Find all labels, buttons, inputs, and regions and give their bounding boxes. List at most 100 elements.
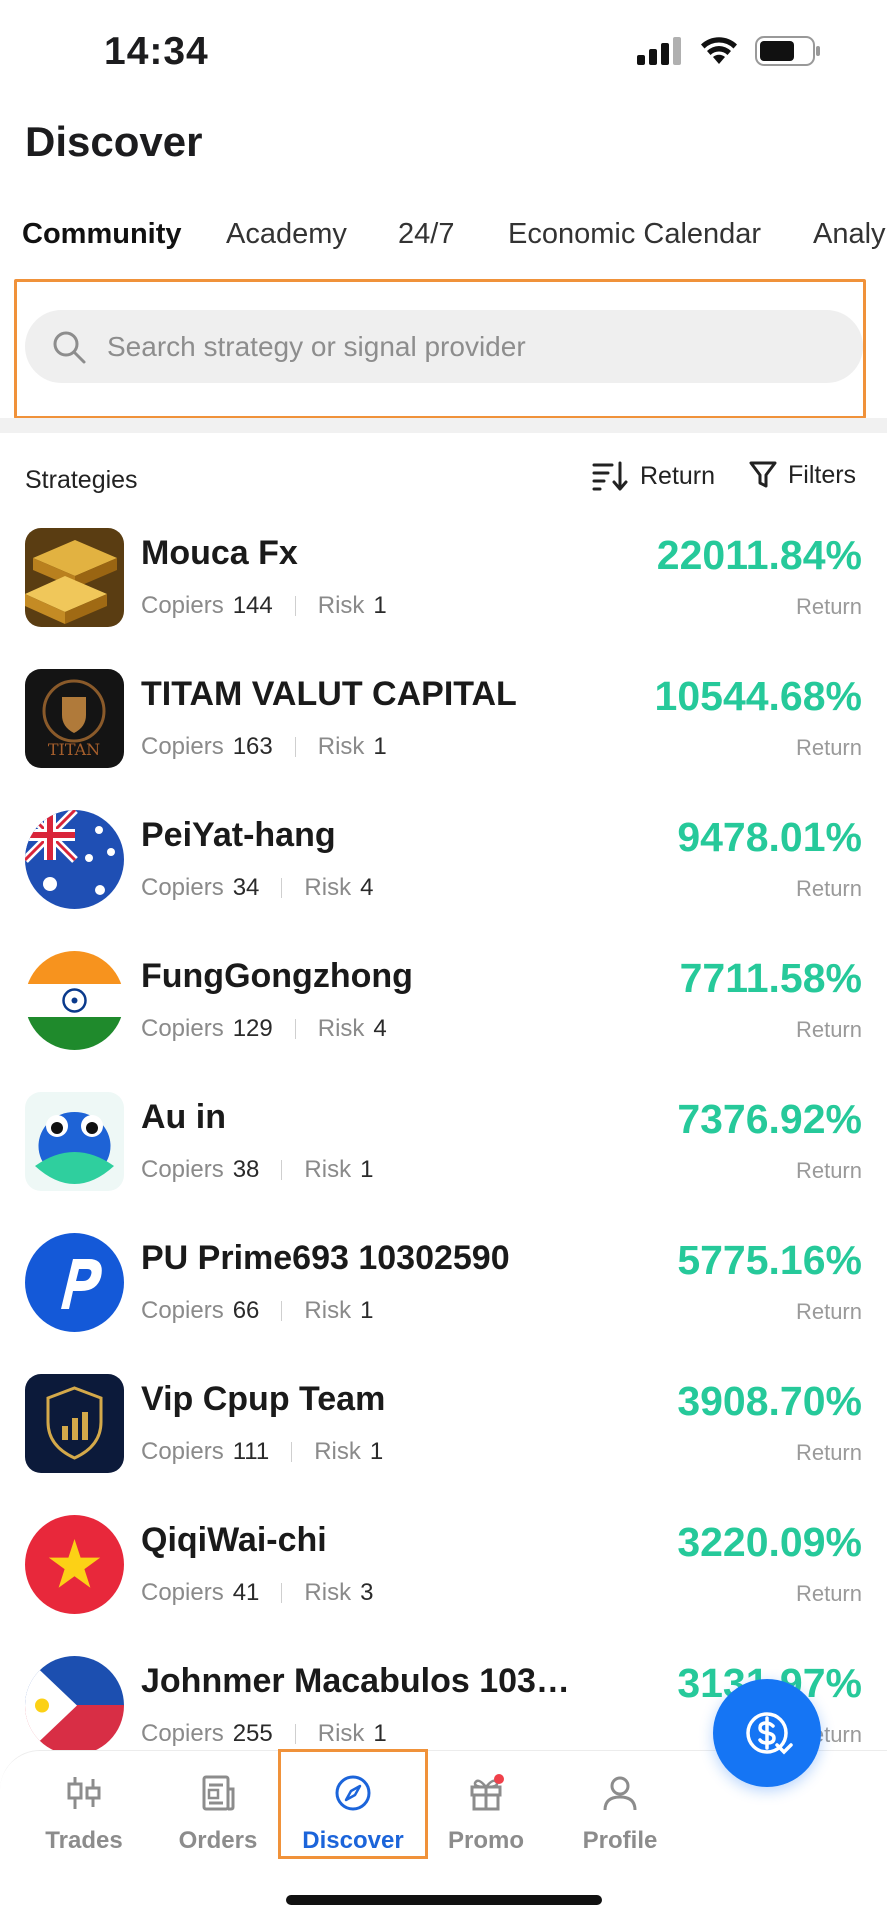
titan-logo-avatar: TITAN bbox=[25, 669, 124, 768]
strategy-row[interactable]: QiqiWai-chi Copiers 41 Risk 3 3220.09% R… bbox=[0, 1507, 887, 1648]
australia-flag-avatar bbox=[25, 810, 124, 909]
tab-community[interactable]: Community bbox=[22, 218, 182, 251]
return-label: Return bbox=[795, 1017, 862, 1042]
gift-icon bbox=[470, 1774, 504, 1811]
return-label: Return bbox=[795, 1158, 862, 1183]
strategy-name: Au in bbox=[141, 1098, 226, 1136]
sort-button[interactable]: Return bbox=[592, 460, 715, 492]
risk-value: 4 bbox=[373, 1015, 387, 1042]
meta-divider bbox=[281, 878, 283, 898]
strategy-meta: Copiers 129 Risk 4 bbox=[141, 1015, 387, 1043]
search-icon bbox=[53, 331, 86, 363]
nav-profile[interactable]: Profile bbox=[560, 1773, 680, 1855]
copiers-count: 66 bbox=[232, 1297, 260, 1324]
copiers-count: 255 bbox=[232, 1720, 273, 1747]
pu-prime-logo-avatar bbox=[25, 1233, 124, 1332]
sort-icon bbox=[592, 461, 628, 491]
dollar-exchange-icon bbox=[746, 1712, 793, 1755]
filter-icon bbox=[749, 461, 777, 488]
strategy-name: PeiYat-hang bbox=[141, 816, 336, 854]
return-label: Return bbox=[795, 876, 862, 901]
risk-value: 4 bbox=[360, 874, 374, 901]
copy-trade-fab[interactable] bbox=[713, 1679, 821, 1787]
nav-label: Trades bbox=[45, 1827, 123, 1854]
risk-label: Risk bbox=[317, 1015, 365, 1042]
filters-button[interactable]: Filters bbox=[748, 460, 856, 490]
home-indicator bbox=[286, 1895, 602, 1905]
risk-label: Risk bbox=[317, 733, 365, 760]
category-tabs: Community Academy 24/7 Economic Calendar… bbox=[0, 218, 887, 262]
strategy-meta: Copiers 38 Risk 1 bbox=[141, 1156, 373, 1184]
nav-label: Orders bbox=[178, 1827, 258, 1854]
philippines-flag-avatar bbox=[25, 1656, 124, 1755]
tab-analysis[interactable]: Analy bbox=[813, 218, 886, 251]
india-flag-avatar bbox=[25, 951, 124, 1050]
copiers-count: 41 bbox=[232, 1579, 260, 1606]
tab-24-7[interactable]: 24/7 bbox=[398, 218, 454, 251]
nav-label: Profile bbox=[582, 1827, 658, 1854]
risk-value: 1 bbox=[360, 1156, 374, 1183]
gold-bars-avatar bbox=[25, 528, 124, 627]
strategy-row[interactable]: FungGongzhong Copiers 129 Risk 4 7711.58… bbox=[0, 943, 887, 1084]
battery-icon bbox=[755, 36, 820, 66]
return-value: 3908.70% bbox=[677, 1378, 862, 1424]
return-label: Return bbox=[795, 1581, 862, 1606]
return-label: Return bbox=[795, 594, 862, 619]
risk-label: Risk bbox=[314, 1438, 361, 1465]
copiers-label: Copiers bbox=[141, 1720, 224, 1747]
shield-logo-avatar bbox=[25, 1374, 124, 1473]
strategy-row[interactable]: Mouca Fx Copiers 144 Risk 1 22011.84% Re… bbox=[0, 520, 887, 661]
copiers-label: Copiers bbox=[141, 1579, 224, 1606]
nav-orders[interactable]: Orders bbox=[158, 1773, 278, 1855]
strategy-row[interactable]: TITAN TITAM VALUT CAPITAL Copiers 163 Ri… bbox=[0, 661, 887, 802]
risk-label: Risk bbox=[304, 1156, 352, 1183]
strategy-row[interactable]: PeiYat-hang Copiers 34 Risk 4 9478.01% R… bbox=[0, 802, 887, 943]
page-title: Discover bbox=[25, 118, 203, 165]
strategy-meta: Copiers 34 Risk 4 bbox=[141, 874, 373, 902]
sort-label: Return bbox=[640, 461, 716, 490]
strategy-name: Johnmer Macabulos 1032... bbox=[141, 1662, 581, 1700]
strategy-row[interactable]: Au in Copiers 38 Risk 1 7376.92% Return bbox=[0, 1084, 887, 1225]
tab-economic-calendar[interactable]: Economic Calendar bbox=[508, 218, 761, 251]
meta-divider bbox=[281, 1583, 283, 1603]
strategy-meta: Copiers 163 Risk 1 bbox=[141, 733, 387, 761]
nav-trades[interactable]: Trades bbox=[24, 1773, 144, 1855]
tab-academy[interactable]: Academy bbox=[226, 218, 347, 251]
copiers-count: 129 bbox=[232, 1015, 273, 1042]
strategy-row[interactable]: PU Prime693 10302590 Copiers 66 Risk 1 5… bbox=[0, 1225, 887, 1366]
trades-icon bbox=[67, 1777, 101, 1809]
strategy-meta: Copiers 41 Risk 3 bbox=[141, 1579, 373, 1607]
filters-label: Filters bbox=[788, 460, 857, 489]
copiers-label: Copiers bbox=[141, 1156, 224, 1183]
search-bar[interactable] bbox=[25, 310, 863, 383]
frog-mascot-avatar bbox=[25, 1092, 124, 1191]
orders-icon bbox=[202, 1775, 235, 1811]
strategy-name: PU Prime693 10302590 bbox=[141, 1239, 510, 1277]
return-label: Return bbox=[795, 1299, 862, 1324]
return-value: 3220.09% bbox=[677, 1519, 862, 1565]
copiers-label: Copiers bbox=[141, 1297, 224, 1324]
copiers-count: 163 bbox=[232, 733, 273, 760]
strategy-meta: Copiers 255 Risk 1 bbox=[141, 1720, 387, 1748]
svg-text:TITAN: TITAN bbox=[48, 740, 100, 759]
strategy-meta: Copiers 111 Risk 1 bbox=[141, 1438, 383, 1466]
return-value: 22011.84% bbox=[656, 532, 862, 578]
search-input[interactable] bbox=[107, 330, 827, 363]
strategy-name: QiqiWai-chi bbox=[141, 1521, 327, 1559]
copiers-label: Copiers bbox=[141, 592, 224, 619]
meta-divider bbox=[294, 1724, 296, 1744]
meta-divider bbox=[294, 1019, 296, 1039]
section-divider bbox=[0, 418, 887, 433]
return-value: 10544.68% bbox=[654, 673, 862, 719]
copiers-label: Copiers bbox=[141, 1438, 224, 1465]
strategy-name: Mouca Fx bbox=[141, 534, 298, 572]
risk-label: Risk bbox=[317, 1720, 365, 1747]
nav-promo[interactable]: Promo bbox=[426, 1773, 546, 1855]
risk-value: 1 bbox=[373, 592, 387, 619]
status-time: 14:34 bbox=[104, 30, 209, 73]
strategy-row[interactable]: Vip Cpup Team Copiers 111 Risk 1 3908.70… bbox=[0, 1366, 887, 1507]
copiers-count: 144 bbox=[232, 592, 273, 619]
copiers-label: Copiers bbox=[141, 733, 224, 760]
copiers-count: 38 bbox=[232, 1156, 260, 1183]
meta-divider bbox=[281, 1301, 283, 1321]
